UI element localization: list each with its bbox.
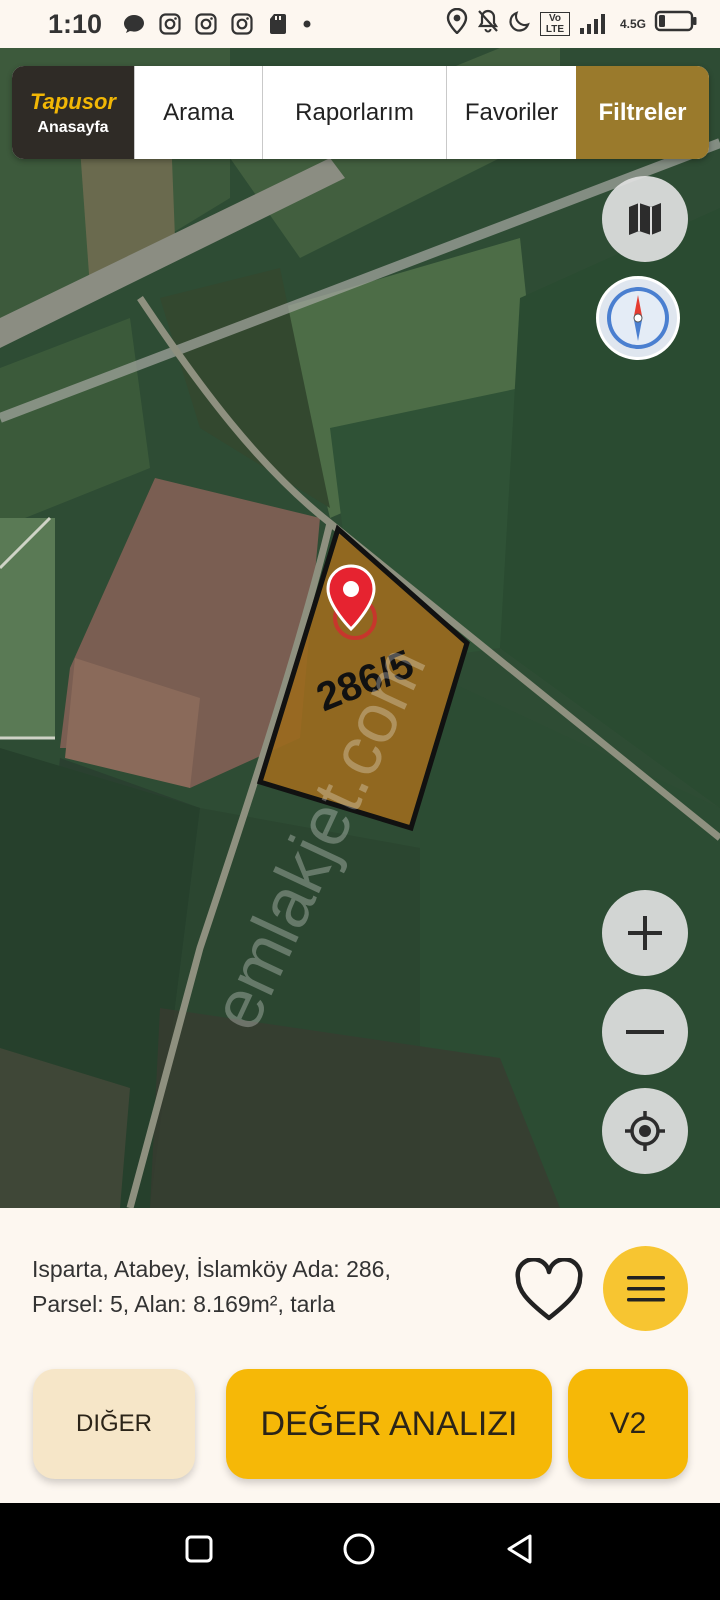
brand-home-label: Anasayfa xyxy=(37,118,109,136)
brand-home-button[interactable]: Tapusor Anasayfa xyxy=(12,66,134,159)
signal-icon xyxy=(578,12,612,36)
dot-icon xyxy=(302,12,312,36)
parcel-info-line1: Isparta, Atabey, İslamköy Ada: 286, xyxy=(32,1256,391,1282)
map-layers-icon xyxy=(629,203,661,235)
other-button[interactable]: DIĞER xyxy=(33,1369,195,1479)
volte-label: Vo LTE xyxy=(539,12,570,36)
tab-favorites[interactable]: Favoriler xyxy=(446,66,576,159)
zoom-out-button[interactable] xyxy=(602,989,688,1075)
system-navigation-bar xyxy=(0,1503,720,1600)
favorite-button[interactable] xyxy=(514,1257,584,1324)
instagram-icon xyxy=(194,12,218,36)
value-analysis-button[interactable]: DEĞER ANALIZI xyxy=(226,1369,552,1479)
zoom-in-icon xyxy=(628,916,662,950)
hamburger-menu-icon xyxy=(626,1275,665,1301)
v2-button[interactable]: V2 xyxy=(568,1369,688,1479)
tab-filters[interactable]: Filtreler xyxy=(576,66,709,159)
status-time: 1:10 xyxy=(48,8,103,39)
recents-button[interactable] xyxy=(183,1533,215,1570)
brand-logo: Tapusor xyxy=(30,88,116,114)
sdcard-icon xyxy=(266,12,290,36)
home-icon xyxy=(343,1533,375,1565)
back-button[interactable] xyxy=(503,1532,537,1571)
locate-me-button[interactable] xyxy=(602,1088,688,1174)
recents-icon xyxy=(185,1535,213,1563)
satellite-map[interactable]: 286/5 emlakjet.com xyxy=(0,48,720,1208)
map-layers-button[interactable] xyxy=(602,176,688,262)
parcel-info-text: Isparta, Atabey, İslamköy Ada: 286, Pars… xyxy=(32,1252,472,1322)
compass-button[interactable] xyxy=(596,276,680,360)
heart-icon xyxy=(515,1257,583,1321)
locate-icon xyxy=(625,1111,665,1151)
home-button[interactable] xyxy=(341,1531,377,1572)
compass-icon xyxy=(607,287,669,349)
zoom-out-icon xyxy=(626,1030,664,1034)
status-bar: 1:10 Vo LTE 4.5G xyxy=(0,0,720,48)
top-navigation: Tapusor Anasayfa Arama Raporlarım Favori… xyxy=(12,66,709,159)
chat-icon xyxy=(122,12,146,36)
moon-icon xyxy=(508,9,532,40)
bell-off-icon xyxy=(476,8,500,41)
volte-icon: Vo LTE xyxy=(539,12,570,36)
menu-button[interactable] xyxy=(603,1246,688,1331)
instagram-icon xyxy=(230,12,254,36)
zoom-in-button[interactable] xyxy=(602,890,688,976)
status-right-icons: Vo LTE 4.5G xyxy=(446,7,698,41)
back-icon xyxy=(507,1534,532,1564)
network-type: 4.5G xyxy=(619,16,646,31)
location-icon xyxy=(446,7,468,41)
tab-search[interactable]: Arama xyxy=(134,66,262,159)
tab-reports[interactable]: Raporlarım xyxy=(262,66,446,159)
instagram-icon xyxy=(158,12,182,36)
battery-icon xyxy=(654,9,698,40)
parcel-info-line2: Parsel: 5, Alan: 8.169m², tarla xyxy=(32,1291,335,1317)
